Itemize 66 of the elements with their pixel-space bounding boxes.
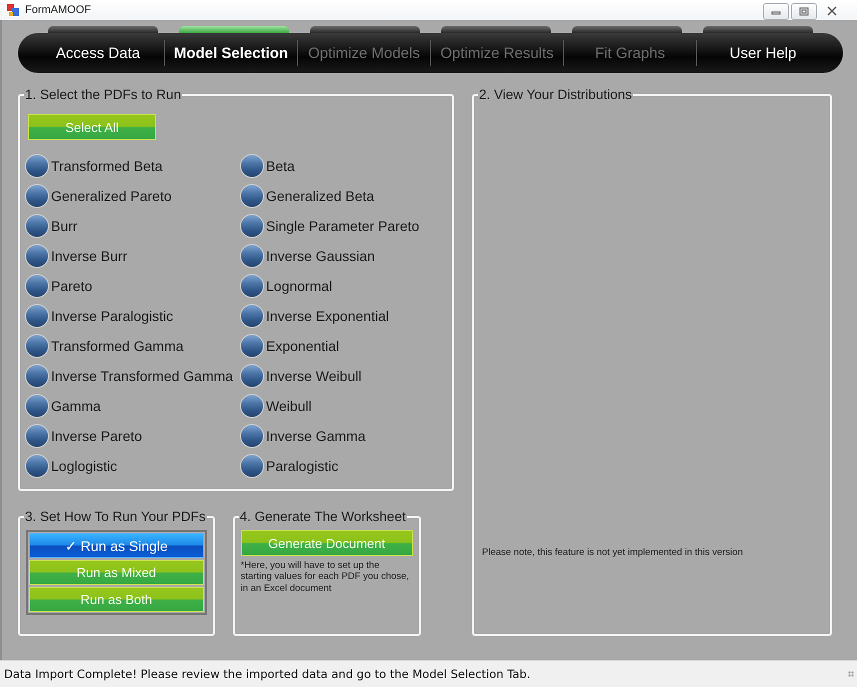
option-label: Loglogistic bbox=[51, 458, 118, 474]
radio-button[interactable] bbox=[26, 155, 48, 177]
option-label: Inverse Gaussian bbox=[266, 248, 375, 264]
option-label: Paralogistic bbox=[266, 458, 338, 474]
generate-document-button[interactable]: Generate Document bbox=[240, 530, 413, 556]
option-label: Generalized Beta bbox=[266, 188, 374, 204]
option-label: Inverse Paralogistic bbox=[51, 308, 174, 324]
radio-button[interactable] bbox=[26, 185, 48, 207]
option-label: Inverse Transformed Gamma bbox=[51, 368, 234, 384]
option-label: Inverse Burr bbox=[51, 248, 128, 264]
option-label: Inverse Gamma bbox=[266, 428, 366, 444]
close-icon bbox=[827, 6, 837, 16]
maximize-button[interactable] bbox=[791, 2, 817, 20]
radio-button[interactable] bbox=[241, 305, 263, 327]
option-label: Generalized Pareto bbox=[51, 188, 172, 204]
radio-button[interactable] bbox=[26, 245, 48, 267]
group-title: 2. View Your Distributions bbox=[478, 87, 633, 102]
option-label: Beta bbox=[266, 158, 295, 174]
tab[interactable]: User Help bbox=[696, 40, 829, 66]
radio-button[interactable] bbox=[26, 425, 48, 447]
radio-button[interactable] bbox=[241, 185, 263, 207]
radio-button[interactable] bbox=[241, 275, 263, 297]
resize-grip-icon bbox=[848, 671, 854, 677]
tab[interactable]: Model Selection bbox=[164, 40, 297, 66]
option-label: Inverse Exponential bbox=[266, 308, 389, 324]
maximize-icon bbox=[799, 6, 809, 16]
radio-button[interactable] bbox=[241, 395, 263, 417]
option-label: Burr bbox=[51, 218, 78, 234]
radio-button[interactable] bbox=[26, 455, 48, 477]
select-all-button[interactable]: Select All bbox=[28, 114, 156, 140]
option-label: Transformed Gamma bbox=[51, 338, 184, 354]
mode-button[interactable]: Run as Mixed bbox=[29, 560, 204, 585]
radio-button[interactable] bbox=[26, 335, 48, 357]
radio-button[interactable] bbox=[241, 365, 263, 387]
mode-button[interactable]: Run as Both bbox=[29, 587, 204, 612]
option-label: Gamma bbox=[51, 398, 101, 414]
option-label: Inverse Weibull bbox=[266, 368, 362, 384]
radio-button[interactable] bbox=[26, 275, 48, 297]
radio-button[interactable] bbox=[241, 215, 263, 237]
radio-button[interactable] bbox=[241, 425, 263, 447]
feature-note: Please note, this feature is not yet implemented in this version bbox=[482, 547, 744, 558]
group-title: 3. Set How To Run Your PDFs bbox=[24, 509, 207, 524]
group-title: 1. Select the PDFs to Run bbox=[24, 87, 182, 102]
option-label: Lognormal bbox=[266, 278, 332, 294]
app-icon bbox=[6, 3, 20, 17]
radio-button[interactable] bbox=[26, 365, 48, 387]
option-label: Weibull bbox=[266, 398, 312, 414]
option-label: Exponential bbox=[266, 338, 340, 354]
radio-button[interactable] bbox=[241, 155, 263, 177]
option-label: Pareto bbox=[51, 278, 92, 294]
group-title: 4. Generate The Worksheet bbox=[238, 509, 407, 524]
option-label: Single Parameter Pareto bbox=[266, 218, 420, 234]
radio-button[interactable] bbox=[241, 245, 263, 267]
option-label: Transformed Beta bbox=[51, 158, 163, 174]
minimize-button[interactable] bbox=[763, 2, 789, 20]
mode-button[interactable]: ✓ Run as Single bbox=[29, 533, 204, 558]
worksheet-note: *Here, you will have to set up the starting values for each PDF you chose, in an Excel document bbox=[240, 560, 410, 594]
status-text: Data Import Complete! Please review the imported data and go to the Model Selection Tab. bbox=[4, 667, 532, 681]
option-label: Inverse Pareto bbox=[51, 428, 142, 444]
tab[interactable]: Access Data bbox=[32, 40, 164, 66]
radio-button[interactable] bbox=[26, 305, 48, 327]
radio-button[interactable] bbox=[241, 335, 263, 357]
radio-button[interactable] bbox=[26, 215, 48, 237]
window-title: FormAMOOF bbox=[25, 4, 91, 16]
radio-button[interactable] bbox=[26, 395, 48, 417]
radio-button[interactable] bbox=[241, 455, 263, 477]
